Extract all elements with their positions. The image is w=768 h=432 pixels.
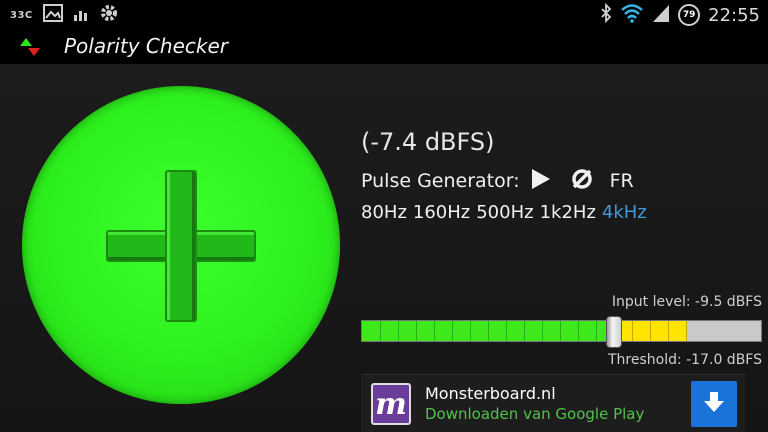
signal-icon	[652, 3, 670, 27]
status-bar: 33C 79 22:55	[0, 0, 768, 30]
meter-segment-divider	[380, 321, 381, 341]
freq-500hz[interactable]: 500Hz	[476, 202, 533, 223]
polarity-indicator	[22, 86, 340, 404]
meter-segment-divider	[506, 321, 507, 341]
freq-1k2hz[interactable]: 1k2Hz	[540, 202, 596, 223]
meter-segment-divider	[434, 321, 435, 341]
gear-icon	[99, 3, 119, 27]
meter-segment-divider	[488, 321, 489, 341]
bluetooth-icon	[600, 2, 612, 27]
fr-toggle[interactable]: FR	[610, 170, 634, 192]
app-title: Polarity Checker	[64, 34, 228, 58]
bars-icon	[73, 6, 89, 25]
meter-segment-divider	[524, 321, 525, 341]
threshold-label: Threshold: -17.0 dBFS	[607, 352, 762, 368]
status-left-icons: 33C	[10, 4, 119, 26]
freq-4khz[interactable]: 4kHz	[602, 202, 647, 223]
input-level-label: Input level: -9.5 dBFS	[611, 294, 762, 310]
meter-segment-divider	[650, 321, 651, 341]
meter-segment-divider	[416, 321, 417, 341]
meter-segment-divider	[686, 321, 687, 341]
meter-segment-divider	[578, 321, 579, 341]
ad-title[interactable]: Monsterboard.nl	[425, 384, 556, 403]
battery-indicator: 79	[678, 4, 701, 26]
image-icon	[42, 4, 63, 26]
meter-segment-divider	[668, 321, 669, 341]
pulse-generator-row: Pulse Generator: FR	[361, 168, 634, 194]
input-level-meter	[361, 320, 762, 342]
meter-segment-divider	[398, 321, 399, 341]
download-button[interactable]	[691, 381, 737, 427]
main-content: (-7.4 dBFS) Pulse Generator: FR 80Hz 160…	[0, 64, 768, 432]
plus-symbol-vertical	[165, 170, 197, 322]
frequency-selector: 80Hz 160Hz 500Hz 1k2Hz 4kHz	[361, 202, 647, 223]
ad-logo[interactable]: m	[371, 383, 411, 425]
ad-subtitle[interactable]: Downloaden van Google Play	[425, 405, 644, 423]
invert-phase-icon[interactable]	[570, 167, 594, 195]
meter-segment-divider	[470, 321, 471, 341]
freq-80hz[interactable]: 80Hz	[361, 202, 407, 223]
action-bar: Polarity Checker	[0, 30, 768, 64]
level-readout: (-7.4 dBFS)	[361, 128, 495, 156]
freq-160hz[interactable]: 160Hz	[413, 202, 470, 223]
pulse-generator-label: Pulse Generator:	[361, 170, 520, 192]
wifi-icon	[620, 3, 644, 27]
temperature-text: 33C	[10, 9, 33, 21]
meter-yellow-fill	[615, 321, 688, 341]
status-right-icons: 79 22:55	[600, 2, 760, 27]
play-icon[interactable]	[530, 167, 552, 195]
meter-segment-divider	[452, 321, 453, 341]
meter-segment-divider	[596, 321, 597, 341]
meter-segment-divider	[632, 321, 633, 341]
app-logo-icon[interactable]	[16, 36, 44, 58]
meter-segment-divider	[542, 321, 543, 341]
ad-banner[interactable]: m Monsterboard.nl Downloaden van Google …	[361, 374, 745, 432]
download-arrow-icon	[703, 390, 725, 418]
meter-segment-divider	[560, 321, 561, 341]
clock: 22:55	[708, 4, 760, 26]
threshold-slider-handle[interactable]	[606, 316, 623, 348]
